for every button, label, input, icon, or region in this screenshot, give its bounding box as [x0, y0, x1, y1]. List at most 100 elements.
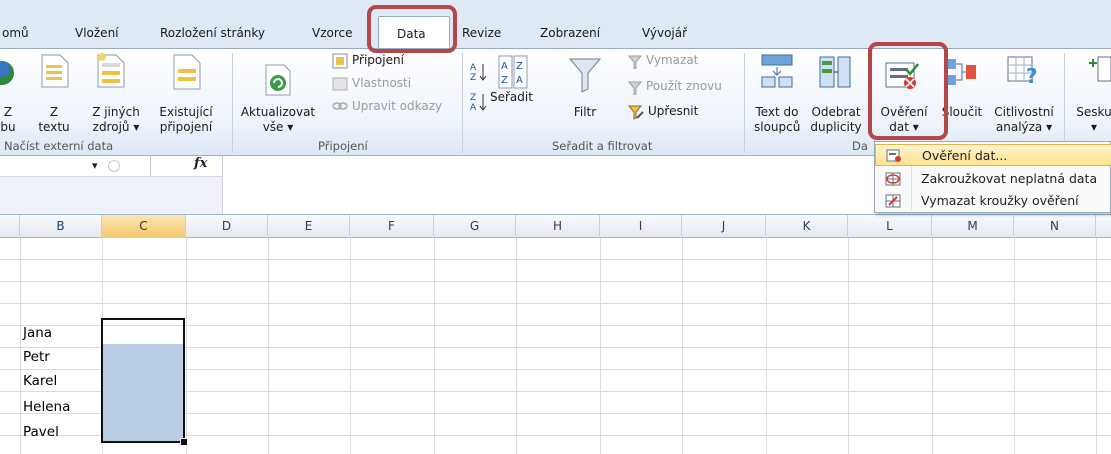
access-db-icon [0, 61, 14, 85]
sort-az-icon: AZ [470, 63, 487, 83]
group-outline-icon [1089, 56, 1111, 82]
tab-insert[interactable]: Vložení [75, 26, 119, 40]
existing-connections-icon [173, 54, 201, 90]
insert-function-icon[interactable]: fx [194, 156, 207, 171]
menu-item-data-validation[interactable]: Ověření dat... [875, 144, 1111, 166]
formula-input[interactable] [223, 156, 873, 215]
svg-text:A: A [470, 103, 477, 113]
column-header-row: B C D E F G H I J K L M N [0, 214, 1111, 238]
from-other-sources-button[interactable]: Z jiných zdrojů ▾ [88, 105, 144, 135]
what-if-analysis-icon: ? [1007, 56, 1038, 88]
column-header-i[interactable]: I [600, 215, 682, 238]
properties-button[interactable]: Vlastnosti [352, 76, 411, 90]
what-if-analysis-button[interactable]: Citlivostní analýza ▾ [988, 105, 1060, 135]
svg-text:Z: Z [470, 93, 476, 103]
cell-b7[interactable]: Helena [23, 399, 70, 415]
svg-text:A: A [470, 63, 477, 73]
column-header-e[interactable]: E [268, 215, 350, 238]
svg-text:Z: Z [501, 75, 508, 86]
group-separator [744, 53, 745, 153]
gridline [434, 238, 435, 454]
gridline [682, 238, 683, 454]
select-all-corner[interactable] [0, 215, 20, 238]
highlight-data-tab [367, 5, 457, 53]
column-header-c[interactable]: C [102, 215, 186, 238]
tab-developer[interactable]: Vývojář [642, 26, 687, 40]
tab-review[interactable]: Revize [462, 26, 501, 40]
group-label-data-tools: Da [852, 139, 868, 153]
svg-text:A: A [516, 75, 523, 86]
gridline [1096, 238, 1097, 454]
remove-duplicates-icon [819, 56, 851, 88]
tab-formulas[interactable]: Vzorce [312, 26, 353, 40]
group-separator [232, 53, 233, 153]
ribbon-tab-bar: omů Vložení Rozložení stránky Vzorce Dat… [0, 0, 1111, 48]
cell-b5[interactable]: Petr [23, 349, 50, 365]
cell-b4[interactable]: Jana [23, 325, 52, 341]
tab-view[interactable]: Zobrazení [540, 26, 600, 40]
refresh-all-icon [265, 64, 291, 96]
filter-button[interactable]: Filtr [568, 105, 602, 120]
cell-b6[interactable]: Karel [23, 373, 57, 389]
gridline [186, 238, 187, 454]
formula-bar-resize-icon[interactable] [108, 160, 120, 172]
properties-icon [332, 77, 348, 91]
reapply-button[interactable]: Použít znovu [646, 79, 722, 93]
gridline [350, 238, 351, 454]
name-box[interactable] [0, 156, 151, 176]
other-sources-icon [97, 53, 125, 88]
text-to-columns-label[interactable]: Text do sloupců [754, 105, 800, 135]
fill-handle[interactable] [180, 438, 188, 446]
column-header-n[interactable]: N [1014, 215, 1096, 238]
tab-page-layout[interactable]: Rozložení stránky [160, 26, 265, 40]
column-header-g[interactable]: G [434, 215, 516, 238]
column-header-h[interactable]: H [516, 215, 600, 238]
name-box-dropdown-icon[interactable]: ▾ [92, 159, 98, 172]
column-header-d[interactable]: D [186, 215, 268, 238]
gridline [932, 238, 933, 454]
advanced-button[interactable]: Upřesnit [648, 104, 698, 118]
formula-bar-left-panel [0, 176, 222, 215]
gridline [516, 238, 517, 454]
gridline [268, 238, 269, 454]
svg-text:Z: Z [470, 73, 476, 83]
group-separator [1064, 53, 1065, 153]
cell-b8[interactable]: Pavel [23, 424, 59, 440]
group-button[interactable]: Sesku ▾ [1074, 105, 1111, 135]
from-access-button[interactable]: Zbu [0, 105, 16, 135]
menu-item-circle-invalid[interactable]: Zakroužkovat neplatná data [875, 168, 1111, 190]
column-header-f[interactable]: F [350, 215, 434, 238]
consolidate-icon [946, 59, 976, 85]
menu-item-clear-circles[interactable]: Vymazat kroužky ověření [875, 190, 1111, 212]
column-header-m[interactable]: M [932, 215, 1014, 238]
group-separator [462, 53, 463, 153]
gridline [20, 238, 21, 454]
connections-icon [332, 53, 348, 69]
refresh-all-button[interactable]: Aktualizovat vše ▾ [240, 105, 316, 135]
circle-invalid-icon [885, 172, 901, 186]
from-text-button[interactable]: Ztextu [38, 105, 70, 135]
column-header-k[interactable]: K [766, 215, 848, 238]
tab-home[interactable]: omů [2, 26, 29, 40]
edit-links-icon [332, 102, 348, 110]
gridline [848, 238, 849, 454]
clear-filter-icon [628, 55, 642, 69]
filter-icon [568, 58, 602, 93]
svg-text:?: ? [1026, 64, 1038, 88]
column-header-l[interactable]: L [848, 215, 932, 238]
clear-button[interactable]: Vymazat [646, 53, 698, 67]
existing-connections-button[interactable]: Existující připojení [158, 105, 214, 135]
svg-text:Z: Z [516, 61, 523, 72]
sort-button[interactable]: Seřadit [490, 90, 533, 104]
column-header-j[interactable]: J [682, 215, 766, 238]
edit-links-button[interactable]: Upravit odkazy [352, 99, 442, 113]
remove-duplicates-button[interactable]: Odebrat duplicity [808, 105, 864, 135]
connections-button[interactable]: Připojení [352, 53, 404, 67]
text-file-icon [41, 54, 69, 88]
data-validation-icon [886, 149, 901, 162]
column-header-b[interactable]: B [20, 215, 102, 238]
sort-dialog-icon: AZ ZA [498, 55, 528, 89]
gridline [766, 238, 767, 454]
group-label-connections: Připojení [318, 139, 368, 153]
selection-border [101, 318, 185, 443]
